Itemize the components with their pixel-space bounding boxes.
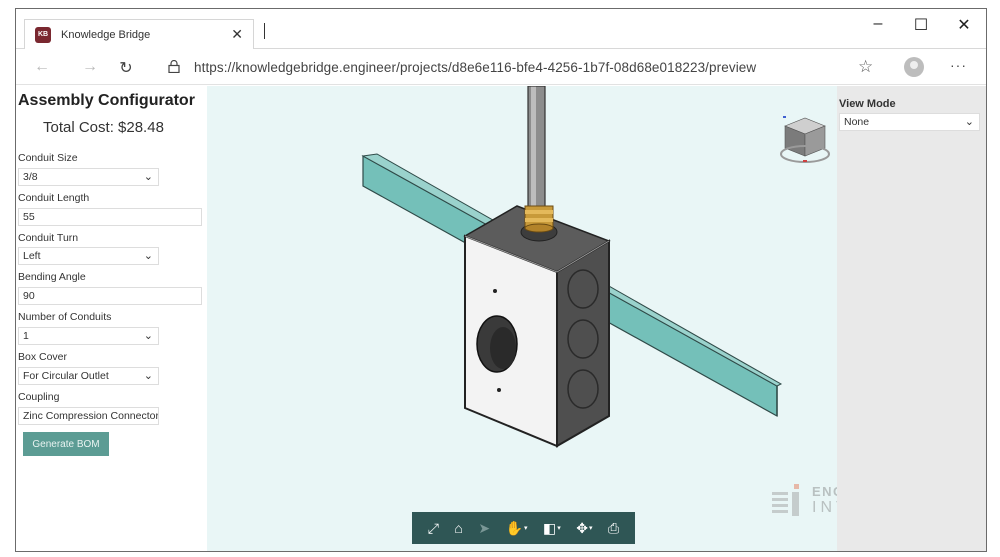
total-cost: Total Cost: $28.48 (43, 119, 164, 136)
close-window-button[interactable]: ✕ (944, 15, 984, 35)
chevron-down-icon: ⌄ (143, 370, 153, 382)
chevron-down-icon: ⌄ (143, 171, 153, 183)
conduit-pipe (527, 86, 546, 212)
conduit-turn-value: Left (23, 250, 41, 262)
generate-bom-button[interactable]: Generate BOM (23, 432, 109, 456)
section-icon[interactable]: ◧ ▾ (543, 520, 561, 537)
explode-icon[interactable]: ✥ ▾ (576, 520, 592, 537)
minimize-button[interactable]: – (858, 15, 898, 33)
chevron-down-icon: ⌄ (964, 116, 974, 128)
number-of-conduits-select[interactable]: 1 ⌄ (18, 327, 159, 345)
pan-hand-icon[interactable]: ✋ ▾ (506, 520, 528, 537)
view-mode-label: View Mode (839, 98, 896, 110)
view-cube[interactable] (780, 116, 830, 163)
number-of-conduits-label: Number of Conduits (18, 311, 112, 323)
box-cover-label: Box Cover (18, 351, 68, 363)
conduit-size-label: Conduit Size (18, 152, 78, 164)
conduit-size-select[interactable]: 3/8 ⌄ (18, 168, 159, 186)
box-cover-select[interactable]: For Circular Outlet ⌄ (18, 367, 159, 385)
tab-title: Knowledge Bridge (61, 28, 151, 41)
chevron-down-icon: ⌄ (143, 330, 153, 342)
engineering-intent-logo: ENGINEERING INTENT (772, 484, 837, 518)
conduit-length-label: Conduit Length (18, 192, 90, 204)
conduit-size-value: 3/8 (23, 171, 38, 183)
coupling-select[interactable]: Zinc Compression Connector (18, 407, 159, 425)
3d-viewport[interactable]: ENGINEERING INTENT ⤢ ⌂ ➤ ✋▾ ◧▾ ✥▾ ⎙ (207, 86, 837, 551)
reload-icon[interactable]: ↻ (116, 58, 136, 78)
view-mode-panel: View Mode None ⌄ (837, 86, 986, 551)
conduit-turn-select[interactable]: Left ⌄ (18, 247, 159, 265)
maximize-button[interactable]: ☐ (901, 15, 941, 35)
engineering-intent-logo-icon (772, 484, 806, 518)
number-of-conduits-value: 1 (23, 330, 29, 342)
fit-to-view-icon[interactable]: ⤢ (428, 520, 439, 537)
url-field[interactable]: https://knowledgebridge.engineer/project… (194, 60, 756, 75)
kb-favicon-icon: KB (35, 26, 51, 43)
coupling-label: Coupling (18, 391, 60, 403)
browser-window: KB Knowledge Bridge ✕ – ☐ ✕ ← → ↻ https:… (15, 8, 987, 552)
properties-icon[interactable]: ⎙ (608, 520, 619, 537)
junction-box (463, 205, 611, 448)
viewer-toolbar: ⤢ ⌂ ➤ ✋ ▾ ◧ ▾ ✥ ▾ ⎙ (412, 512, 635, 544)
configurator-title: Assembly Configurator (18, 92, 195, 109)
assembly-model (361, 86, 830, 448)
more-menu-icon[interactable]: ··· (950, 57, 967, 73)
tab-close-icon[interactable]: ✕ (231, 26, 243, 43)
lock-icon (168, 60, 180, 73)
conduit-length-input[interactable]: 55 (18, 208, 202, 226)
watermark-line-2: INTENT (812, 499, 837, 516)
bending-angle-label: Bending Angle (18, 271, 86, 283)
forward-arrow-icon[interactable]: → (80, 58, 100, 76)
chevron-down-icon: ⌄ (143, 250, 153, 262)
favorite-star-icon[interactable]: ☆ (858, 57, 873, 77)
coupling-value: Zinc Compression Connector (23, 410, 159, 422)
back-arrow-icon[interactable]: ← (32, 58, 52, 76)
browser-tab[interactable]: KB Knowledge Bridge ✕ (24, 19, 254, 49)
title-bar: KB Knowledge Bridge ✕ – ☐ ✕ (16, 9, 986, 49)
watermark-line-1: ENGINEERING (812, 484, 837, 499)
address-bar: ← → ↻ https://knowledgebridge.engineer/p… (16, 49, 986, 85)
profile-avatar[interactable] (904, 57, 924, 77)
select-cursor-icon[interactable]: ➤ (478, 520, 490, 537)
view-mode-select[interactable]: None ⌄ (839, 113, 980, 131)
box-cover-value: For Circular Outlet (23, 370, 109, 382)
home-icon[interactable]: ⌂ (454, 520, 462, 536)
bending-angle-input[interactable]: 90 (18, 287, 202, 305)
new-tab-divider (264, 23, 265, 39)
configurator-panel: Assembly Configurator Total Cost: $28.48… (16, 86, 207, 551)
view-mode-value: None (844, 116, 870, 128)
conduit-turn-label: Conduit Turn (18, 232, 79, 244)
